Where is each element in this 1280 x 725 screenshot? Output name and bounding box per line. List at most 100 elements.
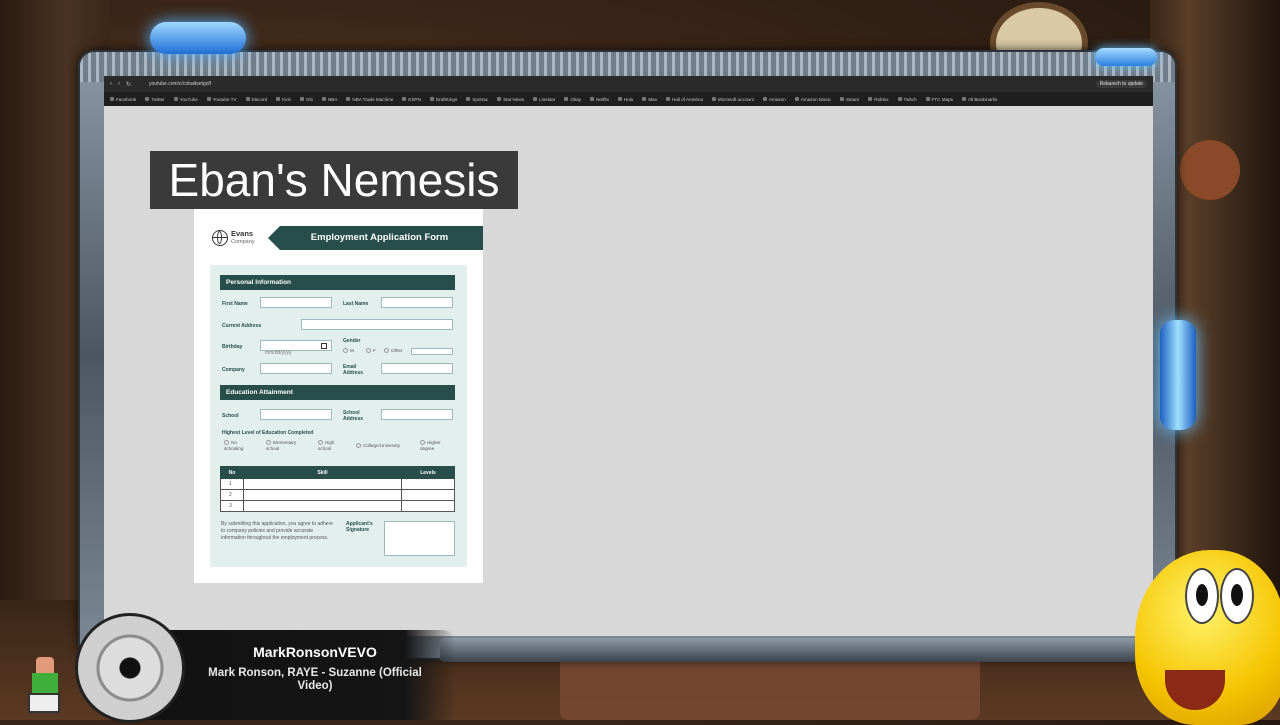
gender-other-field[interactable]	[411, 348, 453, 355]
bookmark-label: ESPN	[408, 96, 421, 102]
bookmark-label: Stat News	[503, 96, 525, 102]
reload-icon[interactable]: ↻	[126, 81, 131, 88]
bookmark-item[interactable]: Steam	[839, 97, 859, 102]
bookmark-item[interactable]: All Bookmarks	[961, 96, 998, 102]
levels-cell[interactable]	[401, 478, 455, 490]
bookmark-item[interactable]: Okay	[564, 97, 581, 102]
bookmark-item[interactable]: Netflix	[590, 97, 609, 102]
bookmark-favicon-icon	[346, 97, 351, 101]
bookmark-label: Twitch	[903, 96, 917, 102]
section-education-attainment: Education Attainment	[220, 385, 455, 400]
koopa-right-eye	[1220, 568, 1254, 624]
signature-field[interactable]	[384, 521, 455, 556]
bookmark-label: Amazon	[768, 96, 786, 102]
bookmark-favicon-icon	[321, 97, 326, 101]
vinyl-record-icon	[75, 613, 185, 723]
plant-pot	[1180, 140, 1240, 200]
edu-option-higher-degree[interactable]: Higher degree	[420, 440, 450, 452]
gender-other-radio[interactable]: Other	[384, 348, 403, 354]
company-field[interactable]	[260, 363, 332, 374]
section-personal-information: Personal Information	[220, 275, 455, 290]
bookmark-item[interactable]: Hulu	[617, 97, 633, 102]
bookmark-item[interactable]: Linestar	[533, 97, 555, 102]
bookmark-favicon-icon	[206, 97, 211, 101]
relaunch-update-button[interactable]: Relaunch to update	[1095, 80, 1147, 88]
school-address-label: School Address	[343, 410, 364, 422]
skill-cell[interactable]	[243, 500, 402, 512]
bookmark-favicon-icon	[429, 97, 434, 101]
bookmark-favicon-icon	[564, 97, 569, 101]
table-row[interactable]: 2	[220, 489, 455, 501]
email-field[interactable]	[381, 363, 453, 374]
bookmark-favicon-icon	[711, 97, 716, 101]
bookmark-item[interactable]: NBA	[321, 96, 338, 102]
row-number: 1	[220, 478, 244, 490]
gender-f-radio[interactable]: F	[366, 348, 376, 354]
skills-table: No Skill Levels 1 2 3	[220, 466, 455, 512]
bookmark-label: NBA	[327, 96, 338, 102]
bookmark-item[interactable]: Gfx	[299, 97, 313, 102]
last-name-field[interactable]	[381, 297, 453, 308]
gender-m-radio[interactable]: M	[343, 348, 354, 354]
form-body: Personal Information First Name Last Nam…	[210, 265, 467, 567]
bookmark-label: Twitter	[151, 96, 165, 102]
bookmark-label: Amazon Music	[800, 96, 831, 102]
bookmark-item[interactable]: DraftKings	[429, 97, 457, 102]
bookmark-item[interactable]: Microsoft account	[711, 96, 754, 102]
levels-cell[interactable]	[401, 500, 455, 512]
email-label: Email Address	[343, 364, 364, 376]
bookmark-item[interactable]: Stat News	[497, 97, 524, 102]
levels-cell[interactable]	[401, 489, 455, 501]
bookmark-item[interactable]: Max	[642, 97, 657, 102]
bookmark-favicon-icon	[110, 97, 114, 101]
edu-option-no-schooling[interactable]: No schooling	[224, 440, 256, 452]
bookmark-item[interactable]: Spotrac	[466, 97, 488, 102]
bookmark-item[interactable]: Amazon	[762, 96, 786, 102]
school-field[interactable]	[260, 409, 332, 420]
current-address-field[interactable]	[301, 319, 453, 330]
bookmark-item[interactable]: ESPN	[402, 97, 421, 102]
col-no: No	[220, 466, 244, 479]
frame-bottom-trim	[440, 638, 1160, 662]
bookmark-item[interactable]: Discord	[245, 97, 267, 102]
bookmark-item[interactable]: Youtube TV	[206, 97, 237, 102]
birthday-field[interactable]: mm/dd/yyyy	[260, 340, 332, 356]
forward-icon[interactable]: ›	[118, 81, 120, 87]
school-address-field[interactable]	[381, 409, 453, 420]
bookmark-item[interactable]: Twitch	[897, 96, 917, 102]
bookmarks-bar: Facebook Twitter YouTube Youtube TV Discord K…	[104, 92, 1153, 106]
bookmark-item[interactable]: YouTube	[173, 97, 198, 102]
skill-cell[interactable]	[243, 489, 402, 501]
bookmark-favicon-icon	[466, 97, 471, 101]
edu-option-college[interactable]: College/University	[356, 443, 416, 449]
bookmark-item[interactable]: NBA Trade Machine	[346, 97, 393, 102]
bookmark-item[interactable]: Hall of America	[666, 97, 703, 102]
bookmark-item[interactable]: Roblox	[868, 97, 889, 102]
bookmark-label: Microsoft account	[717, 96, 754, 102]
first-name-field[interactable]	[260, 297, 332, 308]
bookmark-favicon-icon	[402, 97, 407, 101]
pixel-character-body	[32, 673, 58, 695]
pixel-character-cart	[28, 693, 60, 713]
energy-canister-top-right	[1095, 48, 1157, 66]
bookmark-item[interactable]: Twitter	[145, 97, 165, 102]
bookmark-item[interactable]: FTC Maps	[925, 97, 953, 102]
bookmark-favicon-icon	[839, 97, 844, 101]
skills-table-header: No Skill Levels	[220, 466, 455, 479]
company-sub: Company	[231, 239, 255, 245]
bookmark-item[interactable]: Facebook	[110, 97, 136, 102]
back-icon[interactable]: ‹	[110, 81, 112, 87]
bookmark-item[interactable]: Kick	[276, 97, 291, 102]
col-levels: Levels	[401, 466, 455, 479]
table-row[interactable]: 1	[220, 478, 455, 490]
skill-cell[interactable]	[243, 478, 402, 490]
edu-option-high-school[interactable]: High school	[318, 440, 346, 452]
edu-option-elementary[interactable]: Elementary school	[266, 440, 304, 452]
calendar-icon[interactable]	[321, 343, 327, 349]
address-bar[interactable]: youtube.com/c/cobaltsetgolf	[149, 81, 211, 87]
bookmark-favicon-icon	[897, 97, 902, 101]
bookmark-label: All Bookmarks	[967, 96, 998, 102]
bookmark-label: NBA Trade Machine	[352, 96, 394, 102]
bookmark-item[interactable]: Amazon Music	[794, 96, 831, 102]
table-row[interactable]: 3	[220, 500, 455, 512]
